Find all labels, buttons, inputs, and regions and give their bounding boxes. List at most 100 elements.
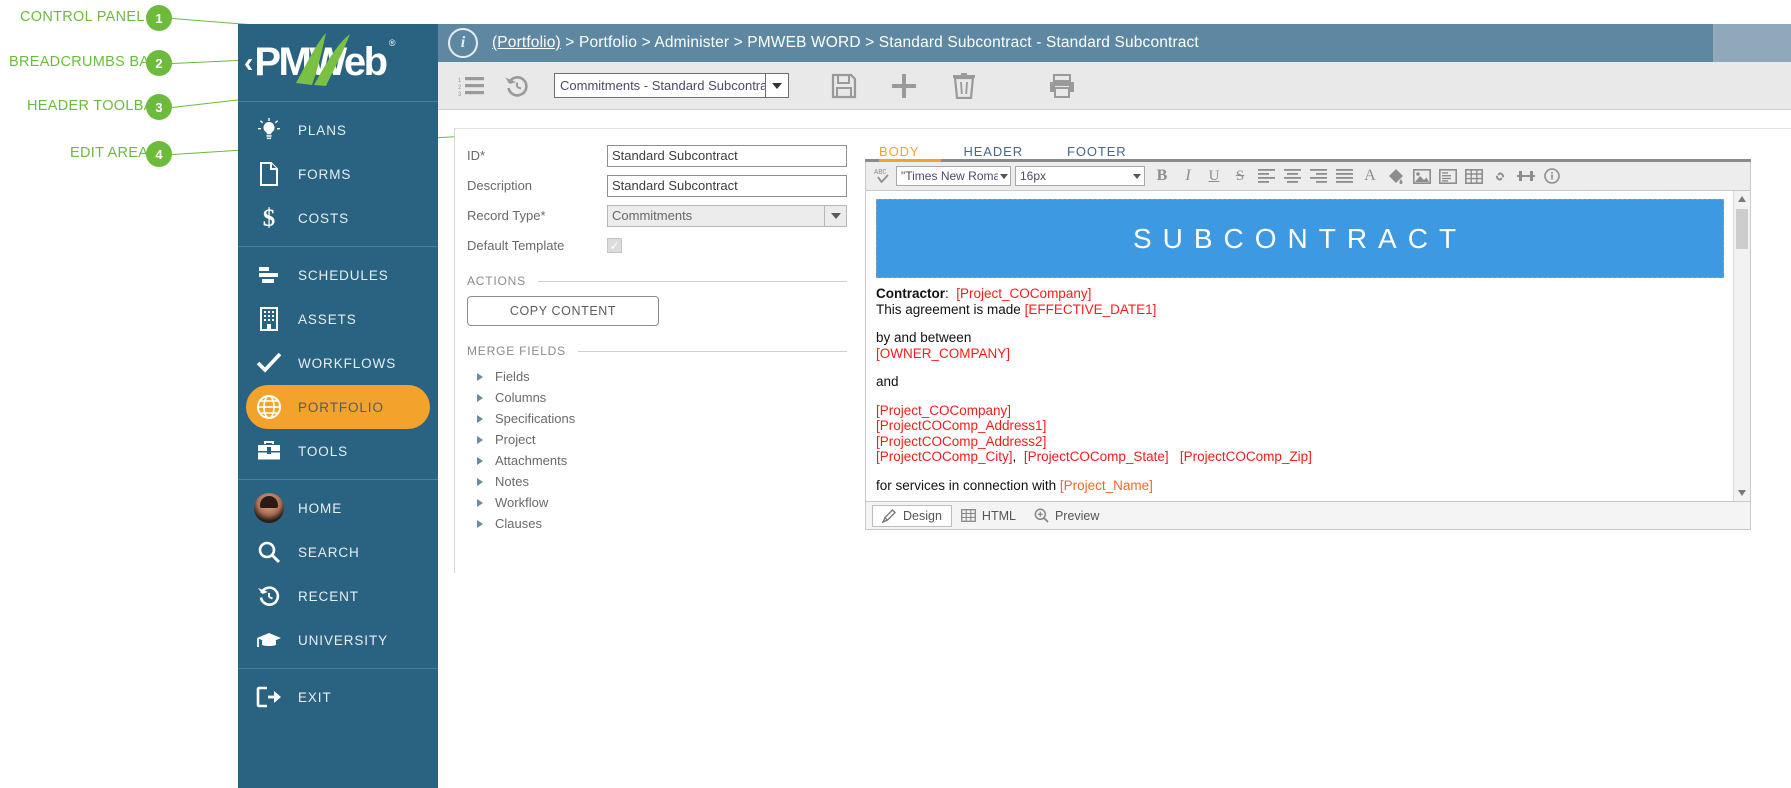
breadcrumb-trail: > Portfolio > Administer > PMWEB WORD > … (561, 34, 1199, 51)
collapse-sidebar-icon[interactable]: ‹ (244, 49, 253, 77)
svg-text:2: 2 (458, 85, 462, 91)
info-icon[interactable] (1539, 164, 1565, 188)
merge-fields-list: Fields Columns Specifications Project At… (467, 366, 847, 534)
insert-link-icon[interactable] (1487, 164, 1513, 188)
id-field[interactable]: Standard Subcontract (607, 145, 847, 167)
font-size-value: 16px (1016, 169, 1050, 183)
document-scrollbar[interactable] (1733, 191, 1750, 501)
scrollbar-thumb[interactable] (1736, 209, 1748, 249)
doc-line: [ProjectCOComp_Address2] (876, 434, 1724, 450)
tab-body[interactable]: BODY (879, 144, 919, 159)
copy-content-button[interactable]: COPY CONTENT (467, 296, 659, 326)
sidebar-item-schedules[interactable]: SCHEDULES (238, 253, 438, 297)
edit-area: ID* Standard Subcontract Description Sta… (454, 128, 1791, 573)
toolbox-icon (252, 434, 286, 468)
nav-group-modules: SCHEDULES ASSETS WORKFLOWS PORTFOLIO (238, 247, 438, 480)
doc-line: [OWNER_COMPANY] (876, 346, 1724, 362)
nav-group-exit: EXIT (238, 669, 438, 725)
control-panel-sidebar: ‹ PMWeb ® PLANS FOR (238, 24, 438, 788)
tab-footer[interactable]: FOOTER (1067, 144, 1127, 159)
svg-text:ABC: ABC (874, 169, 887, 177)
tab-design[interactable]: Design (872, 505, 952, 527)
template-select[interactable]: Commitments - Standard Subcontra (554, 73, 789, 98)
sidebar-item-plans[interactable]: PLANS (238, 108, 438, 152)
horizontal-rule-icon[interactable] (1513, 164, 1539, 188)
chevron-down-icon[interactable] (1130, 174, 1144, 179)
merge-field-fields[interactable]: Fields (467, 366, 847, 387)
annotation-badge-4: 4 (146, 141, 172, 167)
merge-field-columns[interactable]: Columns (467, 387, 847, 408)
font-color-icon[interactable]: A (1357, 164, 1383, 188)
document-banner-title: SUBCONTRACT (1133, 223, 1467, 255)
default-template-checkbox[interactable]: ✓ (607, 238, 622, 253)
registered-trademark-icon: ® (389, 38, 396, 48)
merge-field-notes[interactable]: Notes (467, 471, 847, 492)
chevron-down-icon[interactable] (998, 174, 1010, 179)
nav-group-primary: PLANS FORMS $ COSTS (238, 102, 438, 247)
scroll-down-icon[interactable] (1734, 485, 1750, 501)
description-field[interactable]: Standard Subcontract (607, 175, 847, 197)
sidebar-item-assets[interactable]: ASSETS (238, 297, 438, 341)
strikethrough-icon[interactable]: S (1227, 164, 1253, 188)
record-type-value: Commitments (607, 205, 825, 227)
chevron-down-icon[interactable] (825, 205, 847, 227)
merge-field-clauses[interactable]: Clauses (467, 513, 847, 534)
tab-preview[interactable]: Preview (1025, 505, 1108, 527)
insert-template-icon[interactable] (1435, 164, 1461, 188)
fill-color-icon[interactable] (1383, 164, 1409, 188)
italic-icon[interactable]: I (1175, 164, 1201, 188)
sidebar-item-tools[interactable]: TOOLS (238, 429, 438, 473)
editor-column: BODY HEADER FOOTER ABC "Times New Roman" (865, 129, 1791, 574)
merge-field-workflow[interactable]: Workflow (467, 492, 847, 513)
merge-field-specifications[interactable]: Specifications (467, 408, 847, 429)
field-row-default-template: Default Template ✓ (467, 231, 847, 260)
align-justify-icon[interactable] (1331, 164, 1357, 188)
sidebar-item-label: WORKFLOWS (298, 356, 396, 371)
scroll-up-icon[interactable] (1734, 191, 1750, 207)
nav-group-user: HOME SEARCH RECENT UNIVERSITY (238, 480, 438, 669)
rte-body[interactable]: SUBCONTRACT Contractor: [Project_COCompa… (865, 190, 1751, 502)
app-logo[interactable]: ‹ PMWeb ® (238, 24, 438, 102)
document-content[interactable]: SUBCONTRACT Contractor: [Project_COCompa… (866, 191, 1734, 501)
sidebar-item-workflows[interactable]: WORKFLOWS (238, 341, 438, 385)
chevron-down-icon[interactable] (765, 74, 788, 97)
font-family-select[interactable]: "Times New Roman" (896, 166, 1011, 186)
sidebar-item-forms[interactable]: FORMS (238, 152, 438, 196)
font-size-select[interactable]: 16px (1015, 166, 1145, 186)
delete-button[interactable] (941, 66, 987, 106)
sidebar-item-recent[interactable]: RECENT (238, 574, 438, 618)
underline-icon[interactable]: U (1201, 164, 1227, 188)
tab-html[interactable]: HTML (952, 505, 1025, 527)
insert-table-icon[interactable] (1461, 164, 1487, 188)
history-icon[interactable] (494, 66, 540, 106)
merge-field-project[interactable]: Project (467, 429, 847, 450)
annotation-badge-2: 2 (146, 50, 172, 76)
sidebar-item-label: HOME (298, 501, 342, 516)
sidebar-item-portfolio[interactable]: PORTFOLIO (246, 385, 430, 429)
merge-field-label: Workflow (495, 495, 548, 510)
sidebar-item-exit[interactable]: EXIT (238, 675, 438, 719)
sidebar-item-university[interactable]: UNIVERSITY (238, 618, 438, 662)
abc-spellcheck-icon[interactable]: ABC (870, 164, 896, 188)
merge-field-label: Fields (495, 369, 530, 384)
print-button[interactable] (1039, 66, 1085, 106)
sidebar-item-search[interactable]: SEARCH (238, 530, 438, 574)
breadcrumb-right-spacer (1713, 24, 1791, 62)
save-button[interactable] (821, 66, 867, 106)
align-center-icon[interactable] (1279, 164, 1305, 188)
bold-icon[interactable]: B (1149, 164, 1175, 188)
chevron-right-icon (477, 394, 483, 402)
numbered-list-icon[interactable]: 123 (448, 66, 494, 106)
info-icon[interactable]: i (448, 28, 478, 58)
chevron-right-icon (477, 499, 483, 507)
align-right-icon[interactable] (1305, 164, 1331, 188)
add-button[interactable] (881, 66, 927, 106)
sidebar-item-home[interactable]: HOME (238, 486, 438, 530)
tab-header[interactable]: HEADER (963, 144, 1023, 159)
align-left-icon[interactable] (1253, 164, 1279, 188)
breadcrumb-link-portfolio[interactable]: (Portfolio) (492, 34, 561, 51)
merge-field-attachments[interactable]: Attachments (467, 450, 847, 471)
sidebar-item-costs[interactable]: $ COSTS (238, 196, 438, 240)
record-type-select[interactable]: Commitments (607, 205, 847, 227)
insert-image-icon[interactable] (1409, 164, 1435, 188)
